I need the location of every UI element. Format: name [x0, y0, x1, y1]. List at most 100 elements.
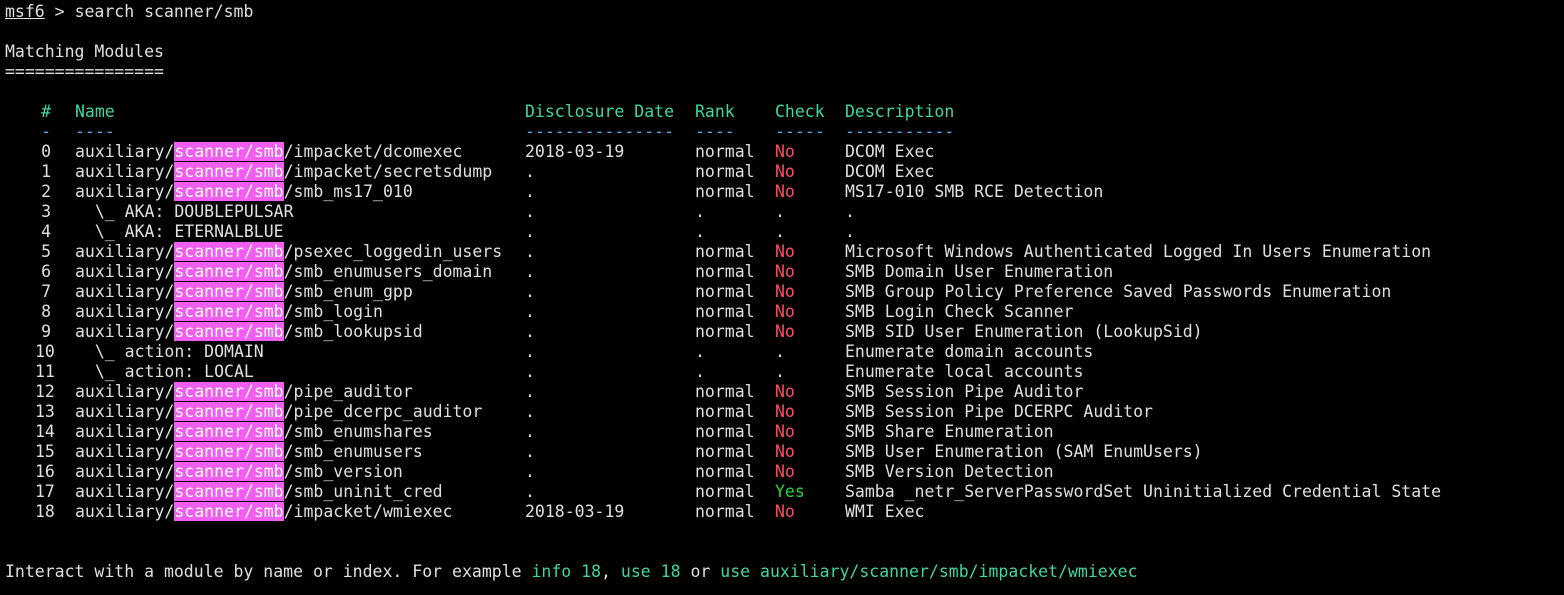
section-title: Matching Modules	[5, 42, 164, 61]
search-highlight: scanner/smb	[174, 402, 284, 421]
rank: normal	[695, 262, 755, 281]
disclosure-date: .	[525, 162, 535, 181]
prompt-separator: >	[44, 2, 75, 21]
rank: normal	[695, 182, 755, 201]
module-name-prefix: \_ AKA: ETERNALBLUE	[75, 222, 284, 241]
rank: normal	[695, 302, 755, 321]
row-index: 16	[35, 462, 55, 481]
description: SMB SID User Enumeration (LookupSid)	[845, 322, 1203, 341]
description: SMB Login Check Scanner	[845, 302, 1074, 321]
underline-name: ----	[75, 122, 115, 141]
module-name: \_ AKA: DOUBLEPULSAR	[75, 202, 294, 222]
rank: normal	[695, 442, 755, 461]
check-status: .	[775, 202, 785, 221]
module-name-prefix: \_ action: DOMAIN	[75, 342, 264, 361]
check-status: No	[775, 502, 795, 521]
rank: normal	[695, 502, 755, 521]
module-name: auxiliary/scanner/smb/pipe_auditor	[75, 382, 413, 402]
search-highlight: scanner/smb	[174, 462, 284, 481]
table-row: 14 auxiliary/scanner/smb/smb_enumshares. n…	[5, 422, 1564, 442]
search-highlight: scanner/smb	[174, 482, 284, 501]
underline-date: ---------------	[525, 122, 675, 141]
disclosure-date: .	[525, 422, 535, 441]
table-row: 10 \_ action: DOMAIN... Enumerate domain …	[5, 342, 1564, 362]
module-name-prefix: auxiliary/	[75, 422, 175, 441]
module-name-suffix: /smb_enumshares	[283, 422, 433, 441]
module-name: auxiliary/scanner/smb/smb_login	[75, 302, 383, 322]
search-highlight: scanner/smb	[174, 162, 284, 181]
check-status: No	[775, 442, 795, 461]
check-status: No	[775, 182, 795, 201]
row-index: 18	[35, 502, 55, 521]
row-index: 5	[41, 242, 51, 261]
search-highlight: scanner/smb	[174, 302, 284, 321]
search-highlight: scanner/smb	[174, 382, 284, 401]
rank: .	[695, 342, 705, 361]
underline-rank: ----	[695, 122, 735, 141]
description: Microsoft Windows Authenticated Logged I…	[845, 242, 1432, 261]
module-name: auxiliary/scanner/smb/smb_enumusers	[75, 442, 423, 462]
row-index: 2	[41, 182, 51, 201]
module-name-suffix: /pipe_auditor	[283, 382, 413, 401]
check-status: No	[775, 462, 795, 481]
module-name: \_ action: DOMAIN	[75, 342, 264, 362]
disclosure-date: 2018-03-19	[525, 142, 625, 161]
module-name: auxiliary/scanner/smb/smb_enumusers_doma…	[75, 262, 492, 282]
module-name-prefix: auxiliary/	[75, 262, 175, 281]
module-name: auxiliary/scanner/smb/psexec_loggedin_us…	[75, 242, 502, 262]
description: .	[845, 222, 855, 241]
underline-check: -----	[775, 122, 825, 141]
command-text: search scanner/smb	[74, 2, 254, 21]
check-status: No	[775, 242, 795, 261]
rank: .	[695, 362, 705, 381]
search-highlight: scanner/smb	[174, 322, 284, 341]
footer-info-command: info 18	[531, 562, 602, 581]
prompt: msf6	[5, 2, 45, 21]
description: MS17-010 SMB RCE Detection	[845, 182, 1104, 201]
disclosure-date: .	[525, 462, 535, 481]
table-row: 18 auxiliary/scanner/smb/impacket/wmiexec…	[5, 502, 1564, 522]
row-index: 17	[35, 482, 55, 501]
rank: normal	[695, 462, 755, 481]
disclosure-date: .	[525, 242, 535, 261]
rank: normal	[695, 402, 755, 421]
description: DCOM Exec	[845, 142, 935, 161]
terminal-window[interactable]: msf6 > search scanner/smb Matching Modul…	[0, 0, 1564, 595]
table-row: 8 auxiliary/scanner/smb/smb_login. normal N…	[5, 302, 1564, 322]
disclosure-date: .	[525, 182, 535, 201]
table-row: 2 auxiliary/scanner/smb/smb_ms17_010. norm…	[5, 182, 1564, 202]
search-highlight: scanner/smb	[174, 262, 284, 281]
rank: normal	[695, 322, 755, 341]
row-index: 8	[41, 302, 51, 321]
table-row: 13 auxiliary/scanner/smb/pipe_dcerpc_audi…	[5, 402, 1564, 422]
description: Enumerate domain accounts	[845, 342, 1094, 361]
disclosure-date: .	[525, 342, 535, 361]
disclosure-date: 2018-03-19	[525, 502, 625, 521]
search-highlight: scanner/smb	[174, 282, 284, 301]
check-status: No	[775, 382, 795, 401]
row-index: 10	[35, 342, 55, 361]
table-header-underline: - ---- --------------- ---- ----- ------…	[5, 122, 1564, 142]
module-name: auxiliary/scanner/smb/smb_enumshares	[75, 422, 433, 442]
rank: normal	[695, 242, 755, 261]
table-row: 1 auxiliary/scanner/smb/impacket/secretsd…	[5, 162, 1564, 182]
description: SMB Share Enumeration	[845, 422, 1054, 441]
module-name-prefix: auxiliary/	[75, 142, 175, 161]
description: SMB User Enumeration (SAM EnumUsers)	[845, 442, 1203, 461]
description: Enumerate local accounts	[845, 362, 1084, 381]
module-name-prefix: auxiliary/	[75, 282, 175, 301]
table-row: 7 auxiliary/scanner/smb/smb_enum_gpp. norm…	[5, 282, 1564, 302]
table-row: 3 \_ AKA: DOUBLEPULSAR....	[5, 202, 1564, 222]
disclosure-date: .	[525, 202, 535, 221]
module-name-prefix: \_ action: LOCAL	[75, 362, 254, 381]
module-name: auxiliary/scanner/smb/pipe_dcerpc_audito…	[75, 402, 482, 422]
module-name-suffix: /pipe_dcerpc_auditor	[283, 402, 483, 421]
row-index: 9	[41, 322, 51, 341]
check-status: No	[775, 162, 795, 181]
header-num: #	[41, 102, 51, 121]
module-name-prefix: \_ AKA: DOUBLEPULSAR	[75, 202, 294, 221]
row-index: 6	[41, 262, 51, 281]
